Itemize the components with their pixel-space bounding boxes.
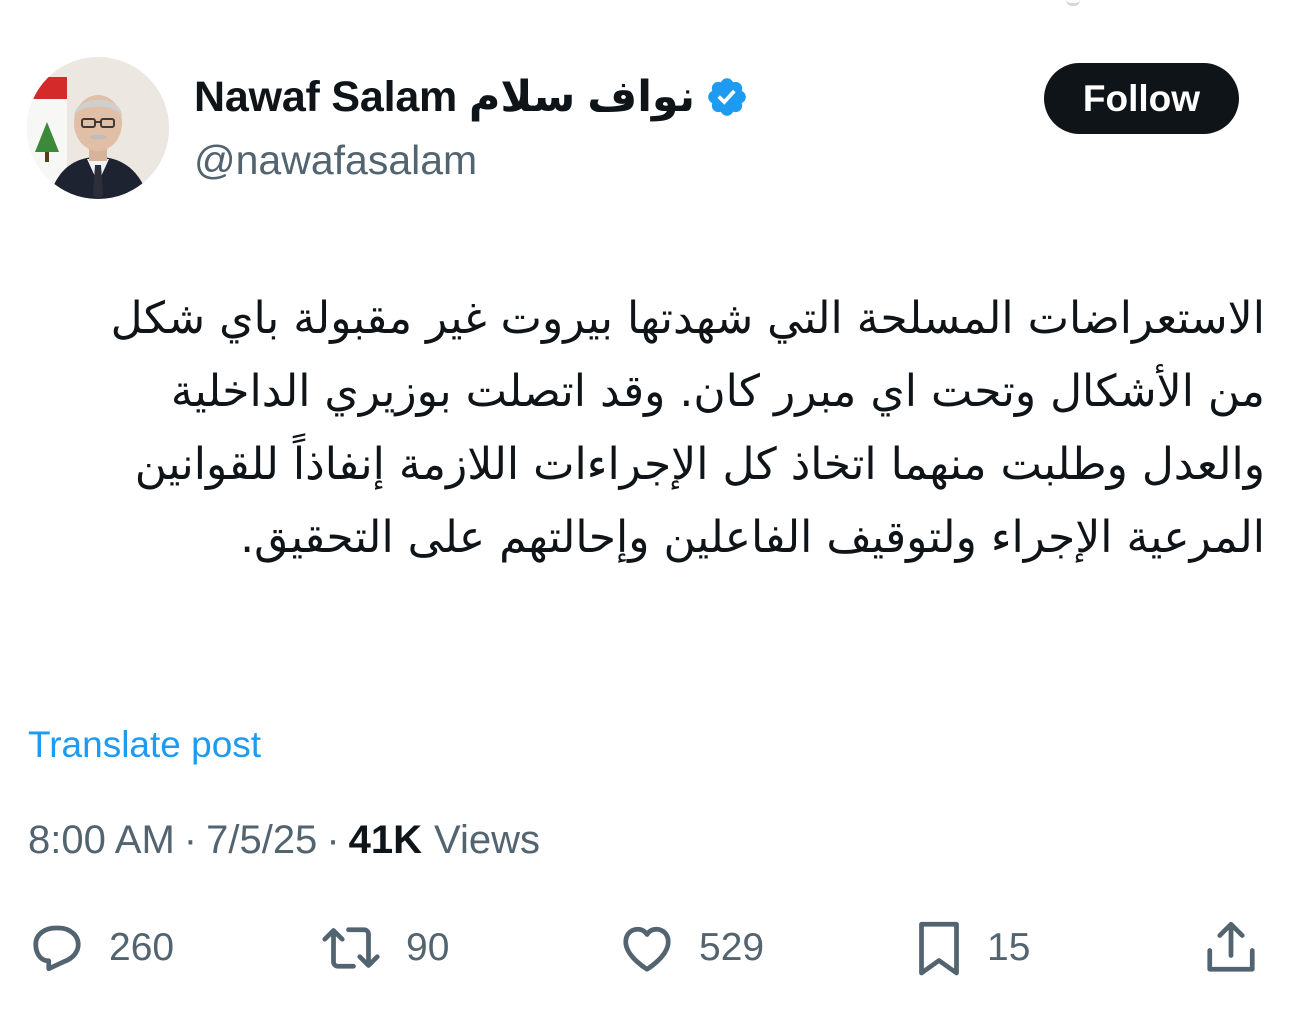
post-date[interactable]: 7/5/25	[206, 818, 317, 863]
reply-count: 260	[109, 926, 175, 969]
bookmark-count: 15	[987, 926, 1031, 969]
meta-separator: ·	[326, 818, 340, 862]
repost-button[interactable]: 90	[318, 918, 449, 978]
post-text: الاستعراضات المسلحة التي شهدتها بيروت غي…	[110, 293, 1265, 563]
heart-icon	[623, 926, 671, 972]
display-name[interactable]: Nawaf Salam نواف سلام	[194, 72, 695, 122]
share-icon	[1207, 921, 1255, 972]
like-count: 529	[699, 926, 765, 969]
like-button[interactable]: 529	[617, 918, 764, 978]
bookmark-icon	[919, 921, 959, 976]
views-count: 41K	[348, 818, 423, 862]
verified-badge-icon[interactable]	[705, 75, 749, 119]
follow-button[interactable]: Follow	[1044, 63, 1239, 134]
avatar-portrait-icon	[27, 57, 169, 199]
bookmark-button[interactable]: 15	[913, 918, 1030, 978]
user-handle[interactable]: @nawafasalam	[194, 137, 477, 184]
author-name-row[interactable]: Nawaf Salam نواف سلام	[194, 72, 749, 122]
scroll-edge-mark	[1066, 0, 1080, 6]
share-button[interactable]	[1203, 918, 1259, 978]
translate-post-link[interactable]: Translate post	[28, 724, 261, 766]
tweet-page: Nawaf Salam نواف سلام @nawafasalam Follo…	[0, 0, 1290, 1022]
reply-button[interactable]: 260	[27, 918, 174, 978]
repost-icon	[322, 927, 380, 969]
avatar[interactable]	[27, 57, 169, 199]
views-label: Views	[434, 818, 541, 862]
reply-icon	[33, 925, 81, 972]
repost-count: 90	[406, 926, 450, 969]
meta-separator: ·	[183, 818, 198, 862]
post-meta: 8:00 AM · 7/5/25 · 41K Views	[28, 818, 540, 863]
post-time[interactable]: 8:00 AM	[28, 818, 175, 863]
